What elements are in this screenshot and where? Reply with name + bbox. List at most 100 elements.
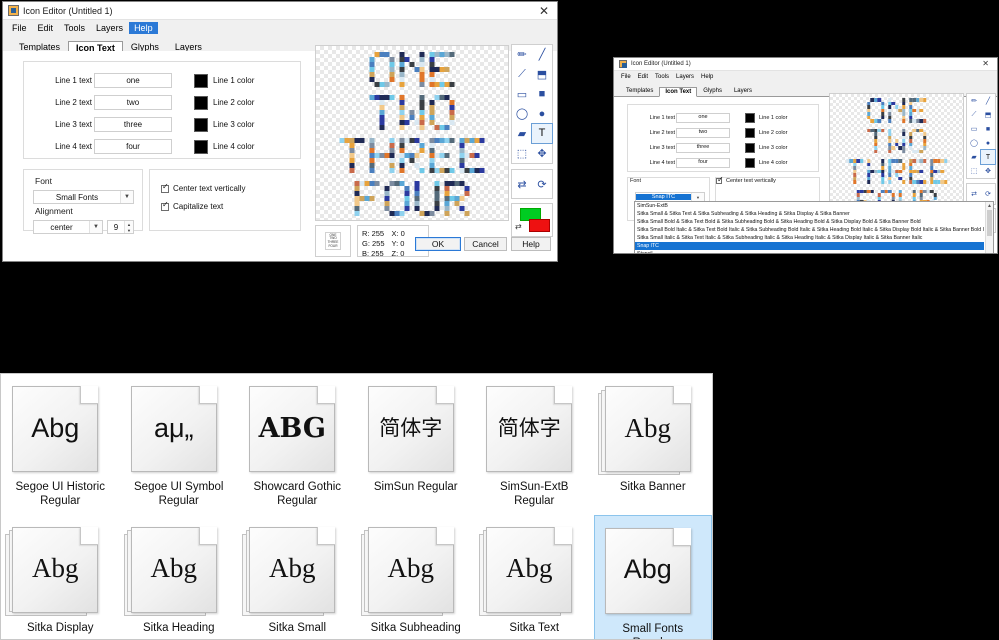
eyedropper-tool-icon[interactable]: ⟋ bbox=[967, 108, 981, 122]
center-vertically-checkbox-secondary[interactable]: Center text vertically bbox=[716, 176, 819, 184]
menu-help[interactable]: Help bbox=[698, 74, 716, 80]
line-tool-icon[interactable]: ╱ bbox=[981, 94, 995, 108]
line-4-input[interactable]: four bbox=[676, 158, 730, 168]
font-dropdown-item[interactable]: SimSun-ExtB bbox=[635, 202, 984, 210]
tab-layers[interactable]: Layers bbox=[728, 86, 758, 96]
menu-tools[interactable]: Tools bbox=[59, 22, 90, 34]
font-dropdown-item[interactable]: Sitka Small Italic & Sitka Text Italic &… bbox=[635, 234, 984, 242]
font-gallery-panel[interactable]: Abg Segoe UI Historic Regular aμ„ Segoe UI S… bbox=[0, 373, 713, 640]
line-2-color-swatch[interactable] bbox=[194, 95, 208, 110]
text-tool-icon[interactable]: T bbox=[980, 149, 996, 165]
preview-canvas-secondary[interactable] bbox=[829, 93, 964, 215]
font-tile[interactable]: ABG Showcard Gothic Regular bbox=[238, 374, 357, 515]
font-tile[interactable]: Abg Small FontsRegular bbox=[593, 514, 712, 639]
font-dropdown-item[interactable]: Sitka Small Bold Italic & Sitka Text Bol… bbox=[635, 226, 984, 234]
font-dropdown-item[interactable]: Sitka Small & Sitka Text & Sitka Subhead… bbox=[635, 210, 984, 218]
font-tile[interactable]: Abg Sitka Banner bbox=[594, 374, 713, 515]
font-tile[interactable]: Abg Sitka Display bbox=[1, 515, 120, 639]
pencil-tool-icon[interactable]: ✏ bbox=[967, 94, 981, 108]
font-tile[interactable]: Abg Sitka Small bbox=[238, 515, 357, 639]
rectangle-filled-tool-icon[interactable]: ■ bbox=[981, 122, 995, 136]
line-2-color-swatch[interactable] bbox=[745, 128, 755, 138]
line-2-input[interactable]: two bbox=[94, 95, 172, 110]
icon-editor-window-main[interactable]: Icon Editor (Untitled 1) ✕ File Edit Too… bbox=[2, 1, 558, 262]
flip-horizontal-tool-icon[interactable]: ⇄ bbox=[512, 170, 532, 198]
ellipse-filled-tool-icon[interactable]: ● bbox=[981, 136, 995, 150]
dropdown-scrollbar[interactable]: ▲ ▼ bbox=[985, 202, 993, 253]
menu-file[interactable]: File bbox=[618, 74, 634, 80]
alignment-select[interactable]: center ▼ bbox=[33, 220, 103, 234]
line-4-input[interactable]: four bbox=[94, 139, 172, 154]
chevron-down-icon[interactable]: ▼ bbox=[120, 191, 133, 203]
background-color-swatch[interactable] bbox=[529, 219, 550, 232]
chevron-down-icon[interactable]: ▼ bbox=[691, 193, 704, 201]
tab-icon-text[interactable]: Icon Text bbox=[659, 87, 698, 97]
stepper-down-icon[interactable]: ▼ bbox=[125, 227, 133, 233]
font-dropdown-list[interactable]: SimSun-ExtB Sitka Small & Sitka Text & Si… bbox=[634, 201, 994, 253]
text-tool-icon[interactable]: T bbox=[531, 122, 553, 145]
move-tool-icon[interactable]: ✥ bbox=[532, 143, 552, 163]
menu-file[interactable]: File bbox=[7, 22, 32, 34]
center-vertically-checkbox[interactable]: Center text vertically bbox=[161, 183, 245, 193]
font-tile[interactable]: 简体字 SimSun-ExtB Regular bbox=[475, 374, 594, 515]
select-tool-icon[interactable]: ⬚ bbox=[967, 164, 981, 178]
scroll-up-icon[interactable]: ▲ bbox=[986, 202, 993, 210]
line-3-input[interactable]: three bbox=[94, 117, 172, 132]
color-picker-box[interactable]: ⇄ bbox=[511, 203, 553, 237]
select-tool-icon[interactable]: ⬚ bbox=[512, 143, 532, 163]
preview-canvas[interactable] bbox=[315, 45, 509, 221]
font-select[interactable]: Small Fonts ▼ bbox=[33, 190, 134, 204]
scrollbar-thumb[interactable] bbox=[987, 210, 992, 236]
line-4-color-swatch[interactable] bbox=[194, 139, 208, 154]
line-1-input[interactable]: one bbox=[676, 113, 730, 123]
font-tile[interactable]: Abg Sitka Text bbox=[475, 515, 594, 639]
tool-palette[interactable]: ✏ ╱ ⟋ ⬒ ▭ ■ ◯ ● ▰ T ⬚ ✥ bbox=[511, 44, 553, 164]
font-dropdown-items[interactable]: SimSun-ExtB Sitka Small & Sitka Text & Si… bbox=[635, 202, 984, 253]
capitalize-checkbox[interactable]: Capitalize text bbox=[161, 201, 223, 211]
font-tile[interactable]: aμ„ Segoe UI Symbol Regular bbox=[120, 374, 239, 515]
tab-templates[interactable]: Templates bbox=[620, 86, 659, 96]
line-3-color-swatch[interactable] bbox=[745, 143, 755, 153]
move-tool-icon[interactable]: ✥ bbox=[981, 164, 995, 178]
ellipse-outline-tool-icon[interactable]: ◯ bbox=[967, 136, 981, 150]
menu-edit[interactable]: Edit bbox=[635, 74, 651, 80]
font-tile[interactable]: 简体字 SimSun Regular bbox=[357, 374, 476, 515]
rectangle-filled-tool-icon[interactable]: ■ bbox=[532, 84, 552, 104]
close-icon[interactable]: ✕ bbox=[533, 5, 555, 17]
close-icon[interactable]: ✕ bbox=[976, 60, 995, 68]
ellipse-outline-tool-icon[interactable]: ◯ bbox=[512, 104, 532, 124]
eraser-tool-icon[interactable]: ▰ bbox=[967, 150, 981, 164]
tab-glyphs[interactable]: Glyphs bbox=[697, 86, 728, 96]
menu-edit[interactable]: Edit bbox=[33, 22, 59, 34]
tool-palette-secondary[interactable]: ✏ ╱ ⟋ ⬒ ▭ ■ ◯ ● ▰ T ⬚ ✥ bbox=[966, 93, 996, 179]
line-3-input[interactable]: three bbox=[676, 143, 730, 153]
line-1-input[interactable]: one bbox=[94, 73, 172, 88]
menu-tools[interactable]: Tools bbox=[652, 74, 672, 80]
cancel-button[interactable]: Cancel bbox=[464, 237, 507, 251]
help-button[interactable]: Help bbox=[511, 237, 551, 251]
rotate-tool-icon[interactable]: ⟳ bbox=[532, 170, 552, 198]
rectangle-outline-tool-icon[interactable]: ▭ bbox=[512, 84, 532, 104]
icon-editor-window-secondary[interactable]: Icon Editor (Untitled 1) ✕ File Edit Too… bbox=[613, 57, 998, 254]
line-tool-icon[interactable]: ╱ bbox=[532, 45, 552, 65]
font-size-stepper[interactable]: 9 ▲ ▼ bbox=[107, 220, 134, 234]
eraser-tool-icon[interactable]: ▰ bbox=[512, 124, 532, 144]
font-tile[interactable]: Abg Sitka Subheading bbox=[357, 515, 476, 639]
chevron-down-icon[interactable]: ▼ bbox=[89, 221, 102, 233]
font-tile[interactable]: Abg Segoe UI Historic Regular bbox=[1, 374, 120, 515]
stepper-buttons[interactable]: ▲ ▼ bbox=[124, 221, 133, 233]
transform-palette[interactable]: ⇄ ⟳ bbox=[511, 169, 553, 199]
eyedropper-tool-icon[interactable]: ⟋ bbox=[512, 65, 532, 85]
fill-tool-icon[interactable]: ⬒ bbox=[532, 65, 552, 85]
line-3-color-swatch[interactable] bbox=[194, 117, 208, 132]
pencil-tool-icon[interactable]: ✏ bbox=[512, 45, 532, 65]
menu-help[interactable]: Help bbox=[129, 21, 158, 34]
font-dropdown-item[interactable]: Sitka Small Bold & Sitka Text Bold & Sit… bbox=[635, 218, 984, 226]
line-2-input[interactable]: two bbox=[676, 128, 730, 138]
menubar[interactable]: File Edit Tools Layers Help bbox=[3, 20, 557, 35]
swap-colors-icon[interactable]: ⇄ bbox=[515, 222, 522, 231]
font-tile[interactable]: Abg Sitka Heading bbox=[120, 515, 239, 639]
line-1-color-swatch[interactable] bbox=[194, 73, 208, 88]
ok-button[interactable]: OK bbox=[415, 237, 461, 251]
ellipse-filled-tool-icon[interactable]: ● bbox=[532, 104, 552, 124]
